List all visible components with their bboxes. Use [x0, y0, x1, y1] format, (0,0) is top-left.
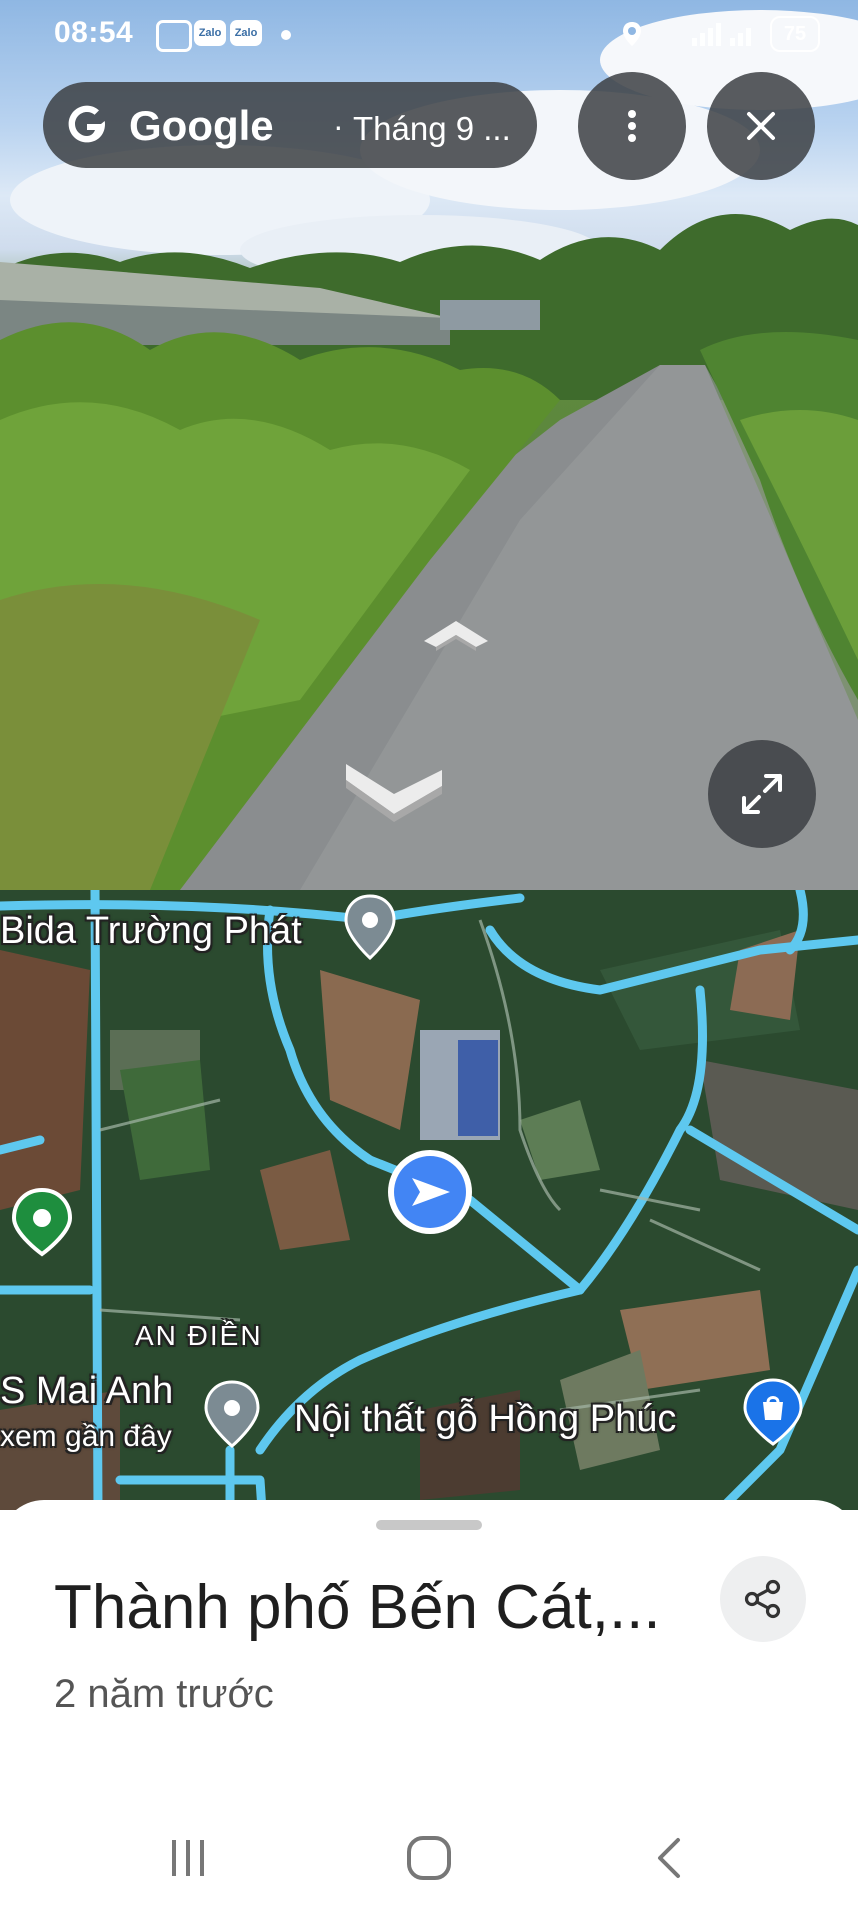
more-vert-icon [628, 110, 636, 142]
more-options-button[interactable] [578, 72, 686, 180]
back-button[interactable] [640, 1828, 700, 1888]
status-time: 08:54 [54, 16, 134, 49]
satellite-map[interactable]: Bida Trường Phát AN ĐIỀN S Mai Anh xem g… [0, 890, 858, 1510]
place-title: Thành phố Bến Cát,... [54, 1573, 661, 1642]
expand-icon [742, 774, 782, 814]
share-icon [744, 1579, 781, 1619]
location-icon [623, 22, 641, 46]
google-brand-text: Google [129, 102, 274, 149]
map-pin-mai-anh[interactable] [202, 1378, 262, 1450]
recent-apps-button[interactable] [158, 1828, 218, 1888]
map-label-an-dien: AN ĐIỀN [135, 1320, 263, 1351]
map-label-noi-that: Nội thất gỗ Hồng Phúc [294, 1398, 677, 1440]
home-icon [407, 1836, 451, 1880]
close-button[interactable] [707, 72, 815, 180]
sheet-drag-handle[interactable] [376, 1520, 482, 1530]
backward-arrow[interactable] [342, 756, 446, 822]
map-label-mai-anh-sub: xem gần đây [0, 1420, 172, 1453]
zalo-icon: Zalo [230, 20, 262, 46]
close-icon [747, 112, 775, 140]
current-location-marker [388, 1150, 472, 1234]
signal-icon [692, 23, 751, 46]
street-view-title-pill[interactable]: Google · Tháng 9 ... [43, 82, 537, 168]
screenshot-icon [156, 20, 192, 52]
map-label-bida: Bida Trường Phát [0, 910, 302, 952]
home-button[interactable] [399, 1828, 459, 1888]
map-pin-green[interactable] [10, 1186, 74, 1258]
system-navigation-bar [0, 1810, 858, 1908]
back-icon [658, 1838, 680, 1878]
street-view-panorama[interactable]: 08:54 Zalo Zalo 75 Google · Tháng 9 ... [0, 0, 858, 890]
notification-dot [281, 30, 291, 40]
recent-apps-icon [172, 1840, 204, 1876]
google-g-icon [68, 105, 105, 143]
map-pin-bida[interactable] [342, 892, 398, 964]
battery-indicator: 75 [770, 16, 820, 52]
shopping-bag-pin[interactable] [741, 1376, 805, 1448]
capture-date: Tháng 9 ... [353, 110, 511, 147]
share-button[interactable] [720, 1556, 806, 1642]
map-label-mai-anh: S Mai Anh [0, 1370, 174, 1412]
zalo-icon: Zalo [194, 20, 226, 46]
pill-separator: · [333, 108, 344, 144]
forward-arrow[interactable] [420, 615, 492, 655]
status-bar: 08:54 Zalo Zalo 75 [0, 0, 858, 70]
place-subtitle: 2 năm trước [54, 1672, 274, 1716]
fullscreen-button[interactable] [708, 740, 816, 848]
